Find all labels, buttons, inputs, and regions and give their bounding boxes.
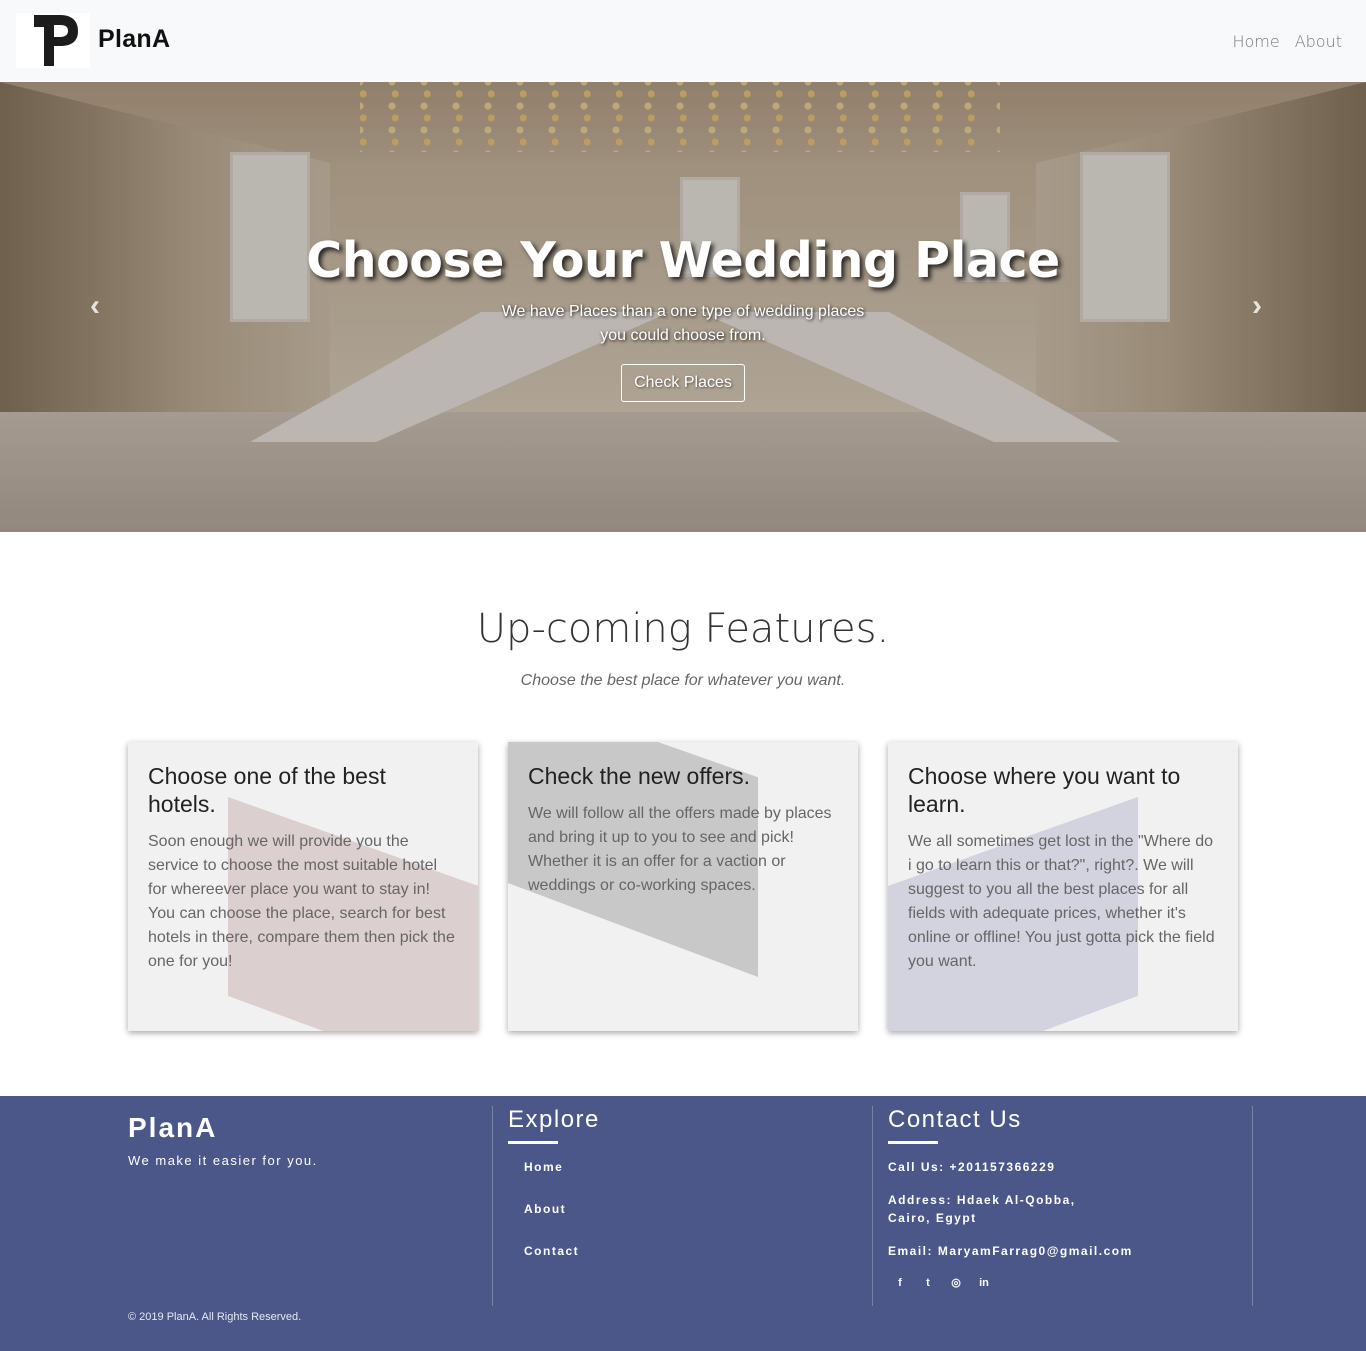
- footer-link-about[interactable]: About: [524, 1202, 566, 1216]
- footer-link-contact[interactable]: Contact: [524, 1244, 579, 1258]
- facebook-icon[interactable]: f: [893, 1276, 907, 1290]
- features-title: Up-coming Features.: [476, 606, 890, 652]
- plana-logo-icon: [34, 15, 78, 66]
- footer-link-home[interactable]: Home: [524, 1160, 563, 1174]
- feature-card-title: Choose one of the best hotels.: [148, 763, 386, 817]
- nav-home-link[interactable]: Home: [1232, 32, 1279, 51]
- footer-explore-heading: Explore: [508, 1106, 600, 1133]
- twitter-icon[interactable]: t: [921, 1276, 935, 1290]
- feature-card-offers: Check the new offers. We will follow all…: [508, 742, 858, 1031]
- footer-divider: [872, 1106, 873, 1306]
- feature-card-hotels: Choose one of the best hotels. Soon enou…: [128, 742, 478, 1031]
- nav-about-link[interactable]: About: [1295, 32, 1342, 51]
- feature-card-learn: Choose where you want to learn. We all s…: [888, 742, 1238, 1031]
- footer: PlanA We make it easier for you. Explore…: [0, 1096, 1366, 1351]
- nav-links: Home About: [1232, 32, 1342, 51]
- feature-card-title: Check the new offers.: [528, 763, 751, 789]
- instagram-icon[interactable]: ◎: [949, 1276, 963, 1290]
- footer-brand: PlanA: [128, 1112, 218, 1143]
- footer-copyright: © 2019 PlanA. All Rights Reserved.: [128, 1311, 302, 1323]
- footer-address-line: Address: Hdaek Al-Qobba,: [888, 1193, 1076, 1207]
- feature-card-text: We will follow all the offers made by pl…: [528, 805, 832, 894]
- linkedin-icon[interactable]: in: [977, 1276, 991, 1290]
- hero-subtitle-line: you could choose from.: [600, 327, 766, 344]
- footer-contact-heading: Contact Us: [888, 1106, 1022, 1133]
- feature-card-title: Choose where you want to learn.: [908, 763, 1181, 817]
- features-subtitle: Choose the best place for whatever you w…: [520, 672, 846, 689]
- hero-subtitle-line: We have Places than a one type of weddin…: [501, 303, 865, 320]
- footer-divider: [1252, 1106, 1253, 1306]
- brand-name[interactable]: PlanA: [98, 25, 170, 54]
- hero-title: Choose Your Wedding Place: [306, 232, 1060, 289]
- navbar: PlanA Home About: [0, 0, 1366, 82]
- check-places-button[interactable]: Check Places: [621, 364, 745, 402]
- footer-address-line: Cairo, Egypt: [888, 1211, 977, 1225]
- footer-divider: [492, 1106, 493, 1306]
- footer-phone: Call Us: +201157366229: [888, 1160, 1056, 1174]
- footer-heading-underline: [508, 1141, 558, 1144]
- hero-subtitle: We have Places than a one type of weddin…: [0, 300, 1366, 348]
- feature-card-text: Soon enough we will provide you the serv…: [148, 833, 455, 970]
- brand-logo[interactable]: [16, 13, 90, 68]
- footer-social-links: f t ◎ in: [893, 1276, 991, 1290]
- hero-carousel: ‹ › Choose Your Wedding Place We have Pl…: [0, 82, 1366, 532]
- footer-tagline: We make it easier for you.: [128, 1153, 318, 1168]
- feature-card-text: We all sometimes get lost in the "Where …: [908, 833, 1215, 970]
- footer-email: Email: MaryamFarrag0@gmail.com: [888, 1244, 1133, 1258]
- footer-heading-underline: [888, 1141, 938, 1144]
